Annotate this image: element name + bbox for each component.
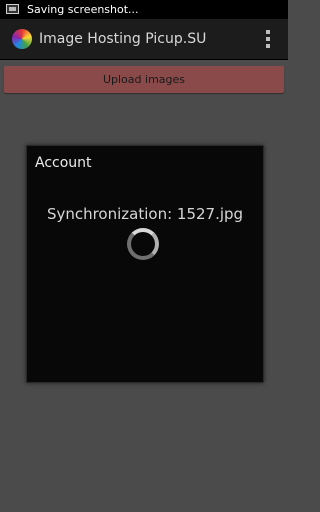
app-icon: [12, 29, 32, 49]
status-bar: Saving screenshot...: [0, 0, 288, 19]
overflow-menu-icon[interactable]: [266, 30, 270, 48]
upload-images-button[interactable]: Upload images: [4, 66, 284, 93]
loading-spinner: [127, 228, 159, 260]
action-bar: Image Hosting Picup.SU: [0, 19, 288, 60]
app-title: Image Hosting Picup.SU: [39, 31, 207, 47]
dialog-title: Account: [35, 155, 92, 171]
screenshot-icon: [6, 4, 19, 14]
dialog-message: Synchronization: 1527.jpg: [46, 205, 244, 223]
status-text: Saving screenshot...: [27, 3, 139, 16]
progress-dialog: Account Synchronization: 1527.jpg: [26, 145, 264, 383]
